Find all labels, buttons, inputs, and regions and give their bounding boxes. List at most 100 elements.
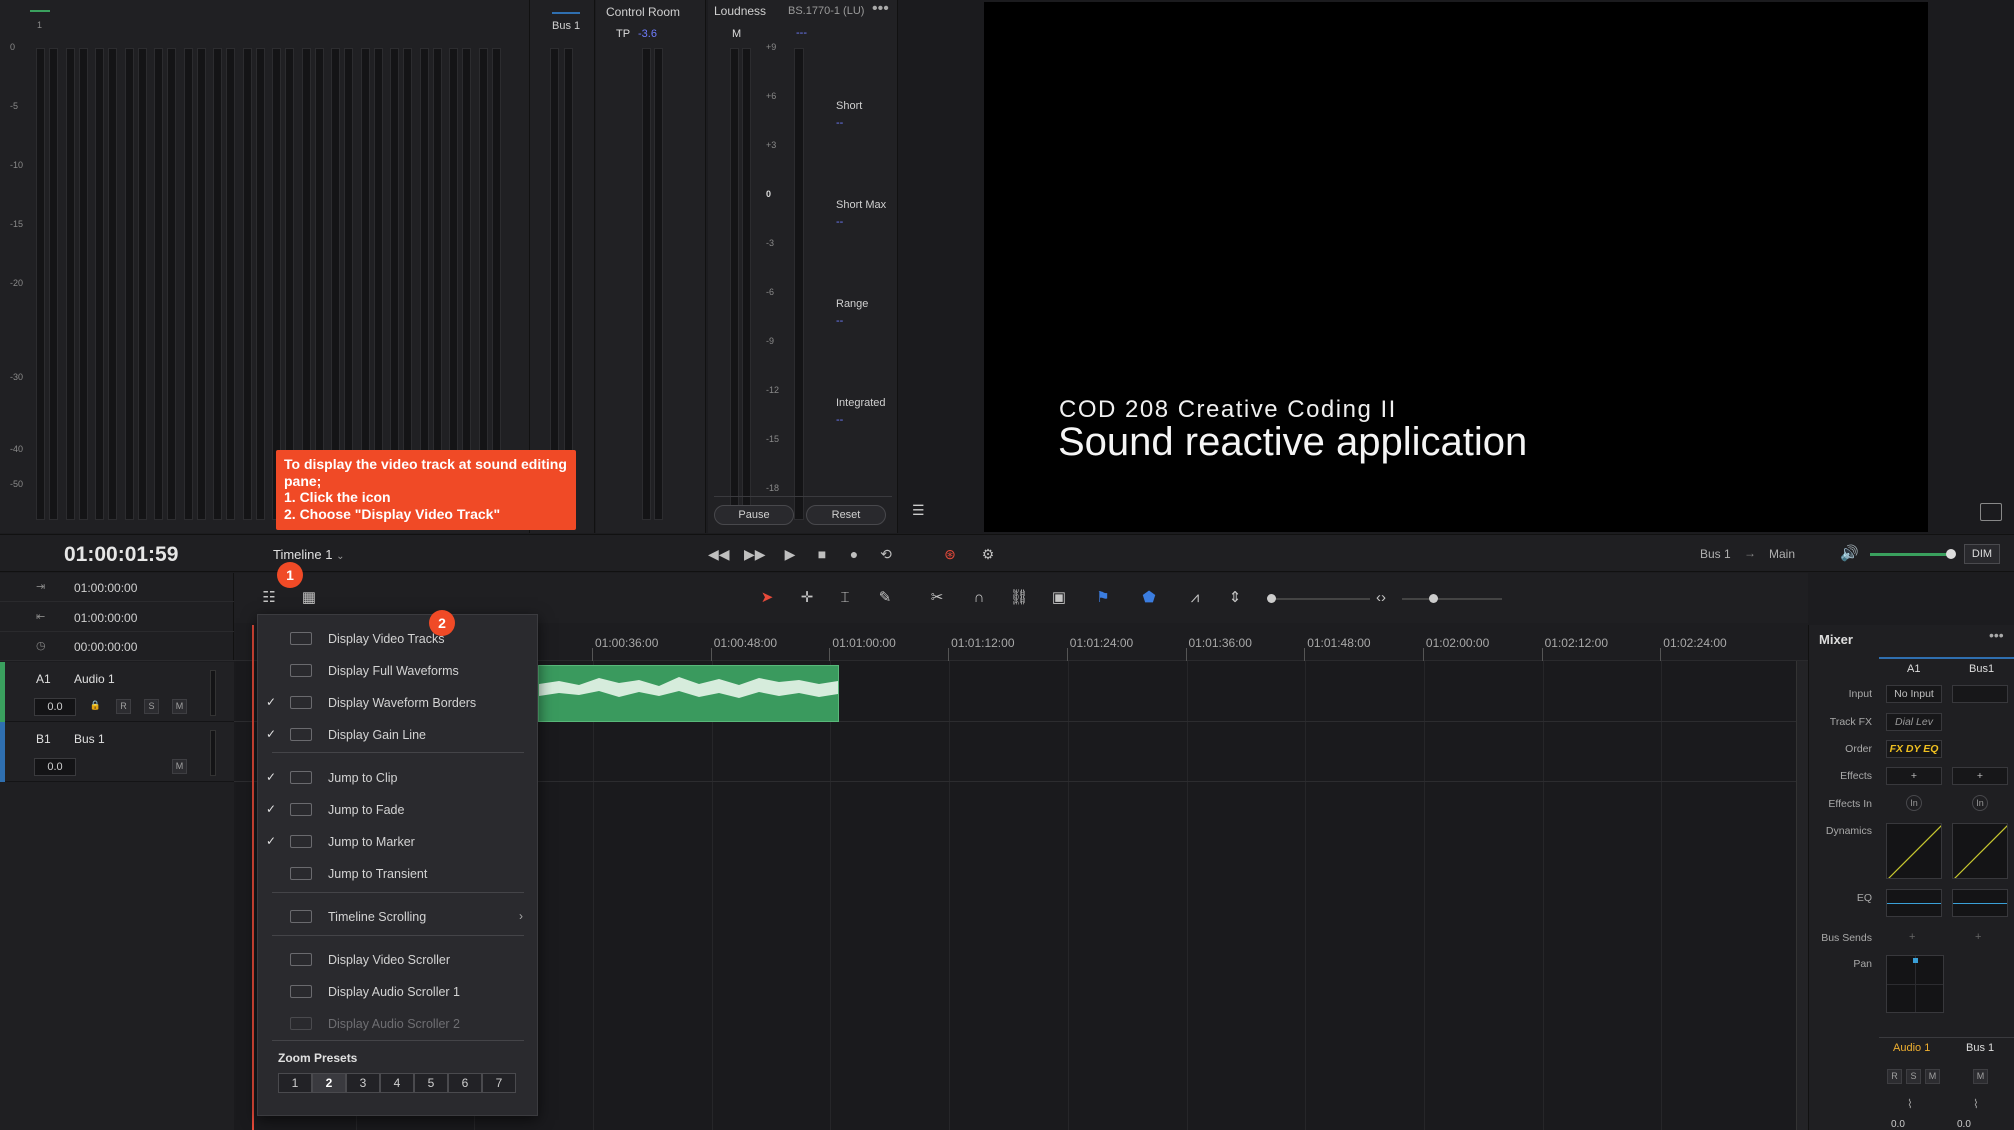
menu-item[interactable]: ✓ Display Waveform Borders: [258, 689, 537, 717]
current-timecode[interactable]: 01:00:01:59: [64, 543, 178, 567]
fader-value-a1[interactable]: 0.0: [1891, 1119, 1905, 1130]
speaker-icon[interactable]: 🔊: [1840, 544, 1859, 562]
play-icon[interactable]: ▶: [780, 544, 800, 564]
track-lock-icon[interactable]: ▣: [1048, 587, 1070, 609]
check-icon: ✓: [266, 695, 277, 709]
order-select[interactable]: FX DY EQ: [1886, 740, 1942, 758]
stop-icon[interactable]: ■: [812, 544, 832, 564]
viewer-mode-icon[interactable]: [1980, 503, 2002, 521]
vertical-zoom-slider[interactable]: [1270, 598, 1370, 600]
fast-forward-icon[interactable]: ▶▶: [744, 544, 766, 564]
grid-view-icon[interactable]: ▦: [298, 587, 320, 609]
menu-item[interactable]: Display Audio Scroller 1: [258, 978, 537, 1006]
menu-item[interactable]: ✓ Jump to Marker: [258, 828, 537, 856]
horizontal-zoom-handle[interactable]: [1429, 594, 1438, 603]
loop-icon[interactable]: ⟲: [876, 544, 896, 564]
timecode-value[interactable]: 00:00:00:00: [74, 640, 137, 654]
input-select[interactable]: No Input: [1886, 685, 1942, 703]
vertical-zoom-icon[interactable]: ⇕: [1224, 587, 1246, 609]
audio-clip[interactable]: [538, 665, 839, 722]
automation-icon[interactable]: ⊛: [940, 544, 960, 564]
menu-item[interactable]: ✓ Display Gain Line: [258, 721, 537, 749]
zoom-preset-button[interactable]: 5: [414, 1073, 448, 1093]
bus-send-add-2[interactable]: +: [1975, 931, 1981, 943]
horizontal-zoom-icon[interactable]: ‹›: [1370, 587, 1392, 609]
record-icon[interactable]: ●: [844, 544, 864, 564]
link-icon[interactable]: ⛓: [1008, 587, 1030, 609]
zoom-preset-button[interactable]: 2: [312, 1073, 346, 1093]
bus-eq-graph[interactable]: [1952, 889, 2008, 917]
pencil-tool-icon[interactable]: ✎: [874, 587, 896, 609]
flag-icon[interactable]: ⚑: [1092, 587, 1114, 609]
more-options-icon[interactable]: •••: [872, 0, 889, 18]
bus-input-select[interactable]: [1952, 685, 2008, 703]
bus-dynamics-graph[interactable]: [1952, 823, 2008, 879]
menu-item[interactable]: Jump to Transient: [258, 860, 537, 888]
zoom-preset-button[interactable]: 3: [346, 1073, 380, 1093]
monitor-volume-slider[interactable]: [1870, 553, 1950, 556]
track-header-audio1[interactable]: A1 Audio 1 0.0 🔒 R S M: [0, 662, 234, 722]
timeline-selector[interactable]: Timeline 1 ⌄: [273, 547, 345, 562]
menu-item[interactable]: Timeline Scrolling ›: [258, 903, 537, 931]
viewer-settings-icon[interactable]: ☰: [912, 502, 934, 522]
bus-effects-in-toggle[interactable]: In: [1972, 795, 1988, 811]
eq-graph[interactable]: [1886, 889, 1942, 917]
bus-send-add[interactable]: +: [1909, 931, 1915, 943]
more-options-icon[interactable]: •••: [1989, 627, 2004, 643]
automation-settings-icon[interactable]: ⚙: [978, 544, 998, 564]
fader-value-bus1[interactable]: 0.0: [1957, 1119, 1971, 1130]
timecode-value[interactable]: 01:00:00:00: [74, 611, 137, 625]
razor-icon[interactable]: ✂: [926, 587, 948, 609]
menu-item[interactable]: ✓ Jump to Clip: [258, 764, 537, 792]
zoom-preset-button[interactable]: 6: [448, 1073, 482, 1093]
menu-item[interactable]: Display Video Scroller: [258, 946, 537, 974]
mixer-mute-button[interactable]: M: [1925, 1069, 1940, 1084]
marker-icon[interactable]: ⬟: [1138, 587, 1160, 609]
timeline-view-options-icon[interactable]: ☷: [258, 587, 280, 609]
timecode-value[interactable]: 01:00:00:00: [74, 581, 137, 595]
lock-icon[interactable]: 🔒: [88, 699, 103, 714]
automation-mode-icon[interactable]: ⌇: [1907, 1097, 1913, 1111]
snapping-icon[interactable]: ∩: [968, 587, 990, 609]
zoom-preset-button[interactable]: 4: [380, 1073, 414, 1093]
mute-button[interactable]: M: [172, 699, 187, 714]
horizontal-zoom-slider[interactable]: [1402, 598, 1502, 600]
rewind-icon[interactable]: ◀◀: [708, 544, 730, 564]
reset-button[interactable]: Reset: [806, 505, 886, 525]
menu-item[interactable]: Display Video Tracks: [258, 625, 537, 653]
mixer-bus-mute-button[interactable]: M: [1973, 1069, 1988, 1084]
zoom-preset-button[interactable]: 1: [278, 1073, 312, 1093]
dim-button[interactable]: DIM: [1964, 544, 2000, 564]
waveform-zoom-icon[interactable]: ⩘: [1184, 587, 1206, 609]
loudness-standard[interactable]: BS.1770-1 (LU): [788, 5, 864, 17]
track-name[interactable]: Audio 1: [74, 672, 115, 686]
route-from[interactable]: Bus 1: [1700, 547, 1731, 561]
dynamics-graph[interactable]: [1886, 823, 1942, 879]
pause-button[interactable]: Pause: [714, 505, 794, 525]
mute-button[interactable]: M: [172, 759, 187, 774]
menu-item[interactable]: ✓ Jump to Fade: [258, 796, 537, 824]
track-fx-select[interactable]: Dial Lev: [1886, 713, 1942, 731]
trim-tool-icon[interactable]: ⌶: [834, 587, 856, 609]
range-tool-icon[interactable]: ✛: [796, 587, 818, 609]
selection-tool-icon[interactable]: ➤: [756, 587, 778, 609]
mixer-record-button[interactable]: R: [1887, 1069, 1902, 1084]
effects-in-toggle[interactable]: In: [1906, 795, 1922, 811]
route-to[interactable]: Main: [1769, 547, 1795, 561]
menu-item[interactable]: Display Full Waveforms: [258, 657, 537, 685]
add-effect-button[interactable]: +: [1886, 767, 1942, 785]
monitor-volume-handle[interactable]: [1946, 549, 1956, 559]
playhead[interactable]: [252, 625, 254, 1130]
mixer-solo-button[interactable]: S: [1906, 1069, 1921, 1084]
bus-automation-mode-icon[interactable]: ⌇: [1973, 1097, 1979, 1111]
track-name[interactable]: Bus 1: [74, 732, 105, 746]
solo-button[interactable]: S: [144, 699, 159, 714]
track-volume[interactable]: 0.0: [34, 698, 76, 716]
pan-control[interactable]: [1886, 955, 1944, 1013]
record-arm-button[interactable]: R: [116, 699, 131, 714]
vertical-zoom-handle[interactable]: [1267, 594, 1276, 603]
track-header-bus1[interactable]: B1 Bus 1 0.0 M: [0, 722, 234, 782]
add-bus-effect-button[interactable]: +: [1952, 767, 2008, 785]
track-volume[interactable]: 0.0: [34, 758, 76, 776]
zoom-preset-button[interactable]: 7: [482, 1073, 516, 1093]
